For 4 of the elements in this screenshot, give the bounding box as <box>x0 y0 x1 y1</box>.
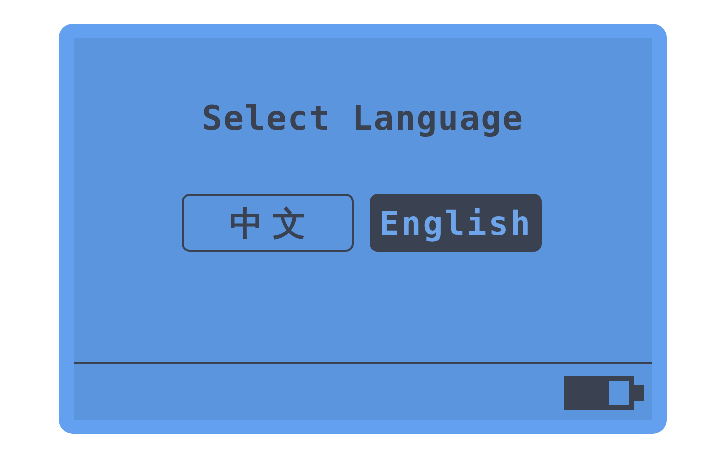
battery-icon <box>564 376 644 410</box>
language-option[interactable]: 中文 <box>182 194 354 252</box>
language-option[interactable]: English <box>370 194 542 252</box>
screen-title: Select Language <box>202 102 524 136</box>
